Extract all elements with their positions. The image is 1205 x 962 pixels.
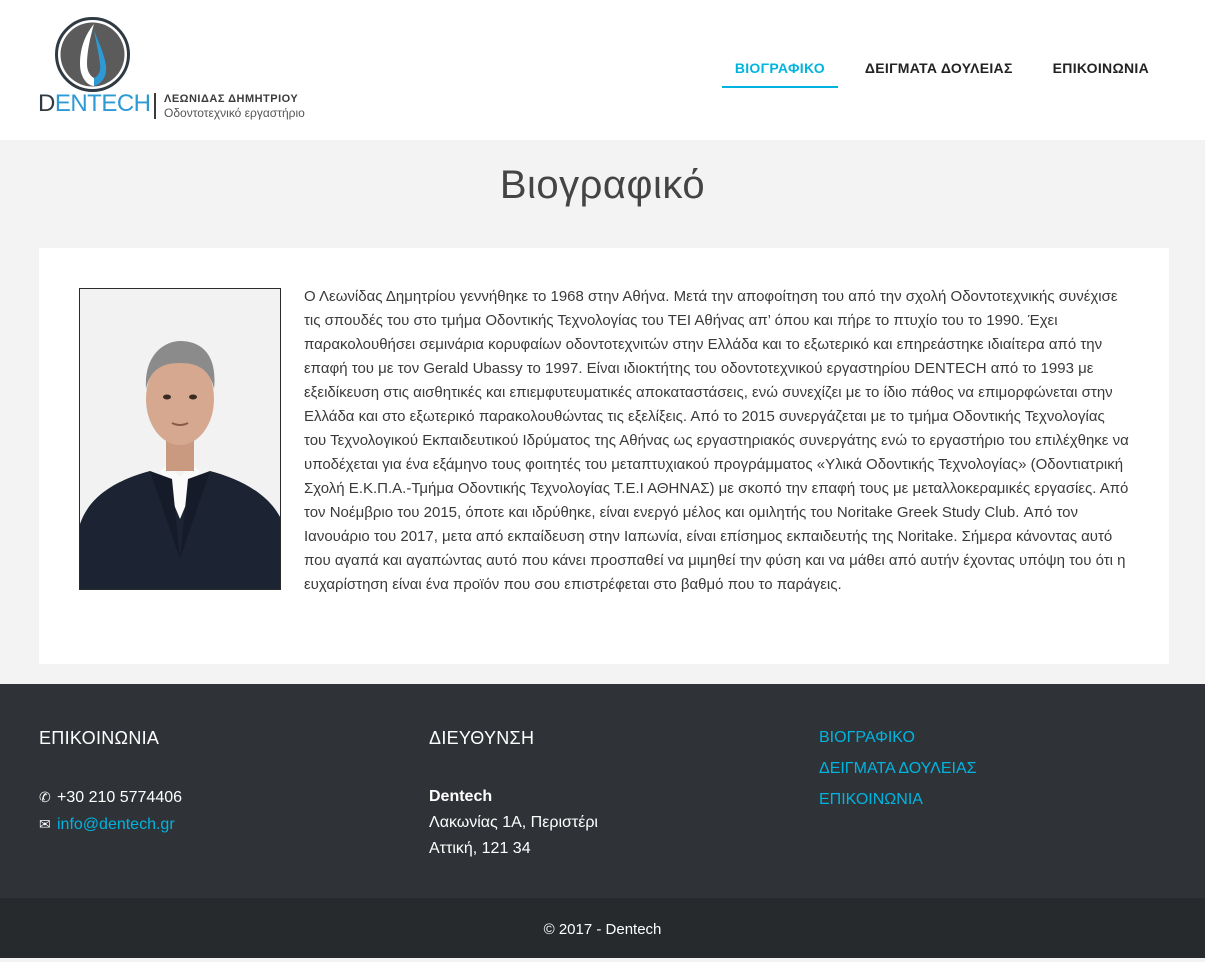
address-company: Dentech — [429, 788, 493, 805]
footer-address-heading: ΔΙΕΥΘΥΝΣΗ — [429, 728, 535, 748]
footer-contact: ΕΠΙΚΟΙΝΩΝΙΑ ✆ +30 210 5774406 ✉ info@dente… — [39, 728, 182, 838]
phone-number: +30 210 5774406 — [57, 789, 183, 806]
footer-link-work-samples[interactable]: ΔΕΙΓΜΑΤΑ ΔΟΥΛΕΙΑΣ — [819, 753, 977, 784]
tooth-logo-icon — [55, 17, 130, 92]
logo-owner-name: ΛΕΩΝΙΔΑΣ ΔΗΜΗΤΡΙΟΥ — [164, 93, 299, 105]
footer-email: ✉ info@dentech.gr — [39, 811, 182, 838]
logo-wordmark: DENTECH — [38, 90, 151, 117]
portrait-image — [80, 289, 280, 589]
portrait-photo — [79, 288, 281, 590]
nav-item-work-samples[interactable]: ΔΕΙΓΜΑΤΑ ΔΟΥΛΕΙΑΣ — [845, 48, 1033, 88]
email-link[interactable]: info@dentech.gr — [57, 816, 175, 833]
page-title: Βιογραφικό — [499, 163, 706, 207]
copyright-bar: © 2017 - Dentech — [0, 898, 1205, 958]
footer-contact-heading: ΕΠΙΚΟΙΝΩΝΙΑ — [39, 728, 160, 748]
footer-phone: ✆ +30 210 5774406 — [39, 784, 182, 811]
footer-links: ΒΙΟΓΡΑΦΙΚΟ ΔΕΙΓΜΑΤΑ ΔΟΥΛΕΙΑΣ ΕΠΙΚΟΙΝΩΝΙΑ — [819, 722, 977, 815]
footer-link-contact[interactable]: ΕΠΙΚΟΙΝΩΝΙΑ — [819, 784, 977, 815]
site-logo[interactable]: DENTECH ΛΕΩΝΙΔΑΣ ΔΗΜΗΤΡΙΟΥ Οδοντοτεχνικό… — [38, 16, 328, 126]
phone-icon: ✆ — [39, 789, 51, 805]
main-nav: ΒΙΟΓΡΑΦΙΚΟ ΔΕΙΓΜΑΤΑ ΔΟΥΛΕΙΑΣ ΕΠΙΚΟΙΝΩΝΙΑ — [721, 48, 1169, 88]
footer-address: ΔΙΕΥΘΥΝΣΗ Dentech Λακωνίας 1Α, Περιστέρι… — [429, 728, 598, 862]
logo-divider — [154, 93, 156, 119]
nav-item-biography[interactable]: ΒΙΟΓΡΑΦΙΚΟ — [721, 48, 838, 88]
envelope-icon: ✉ — [39, 816, 51, 832]
site-footer: ΕΠΙΚΟΙΝΩΝΙΑ ✆ +30 210 5774406 ✉ info@dente… — [0, 684, 1205, 898]
nav-item-contact[interactable]: ΕΠΙΚΟΙΝΩΝΙΑ — [1033, 48, 1169, 88]
footer-link-biography[interactable]: ΒΙΟΓΡΑΦΙΚΟ — [819, 722, 977, 753]
site-header: DENTECH ΛΕΩΝΙΔΑΣ ΔΗΜΗΤΡΙΟΥ Οδοντοτεχνικό… — [0, 0, 1205, 140]
logo-subtitle: Οδοντοτεχνικό εργαστήριο — [164, 106, 305, 120]
biography-card: Ο Λεωνίδας Δημητρίου γεννήθηκε το 1968 σ… — [39, 248, 1169, 664]
address-street: Λακωνίας 1Α, Περιστέρι — [429, 814, 598, 831]
address-city: Αττική, 121 34 — [429, 840, 531, 857]
